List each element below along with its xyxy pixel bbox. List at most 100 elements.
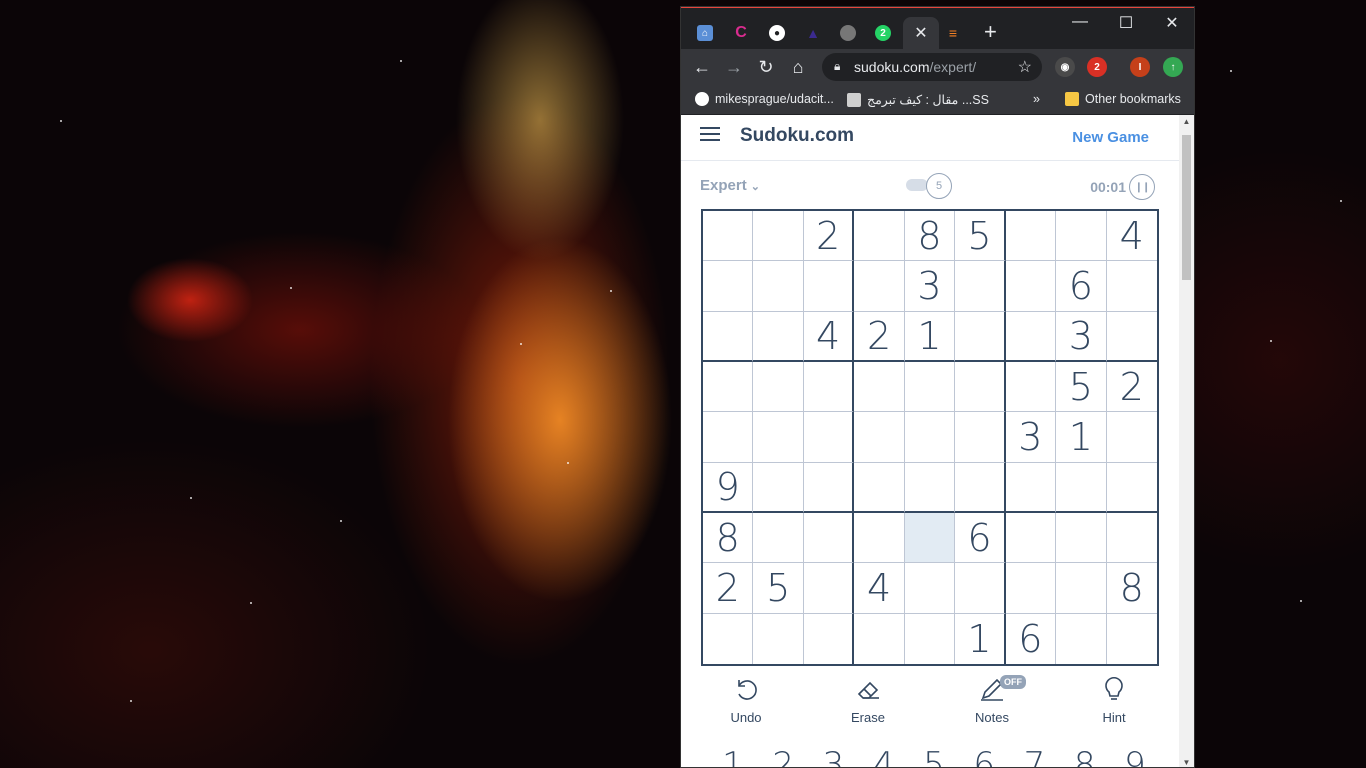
bookmark-star-icon[interactable]: ☆: [1018, 57, 1032, 77]
sudoku-cell[interactable]: [703, 412, 754, 463]
sudoku-cell[interactable]: 8: [1106, 563, 1157, 614]
home-icon[interactable]: ⌂: [787, 56, 809, 78]
sudoku-cell[interactable]: [803, 462, 855, 513]
sudoku-cell[interactable]: [703, 361, 754, 413]
number-button[interactable]: 4: [866, 745, 902, 767]
difficulty-selector[interactable]: Expert ⌄: [700, 177, 760, 194]
tab-github[interactable]: ●: [761, 17, 793, 49]
sudoku-cell[interactable]: 2: [854, 311, 905, 362]
sudoku-cell[interactable]: [1106, 412, 1157, 463]
sudoku-cell[interactable]: [854, 462, 905, 513]
sudoku-cell[interactable]: [803, 512, 855, 564]
sudoku-cell[interactable]: [854, 361, 905, 413]
hint-button[interactable]: Hint: [1074, 671, 1154, 725]
sudoku-cell[interactable]: [1005, 261, 1057, 312]
address-bar[interactable]: 🔒︎ sudoku.com/expert/ ☆: [822, 53, 1042, 81]
sudoku-cell[interactable]: [955, 261, 1006, 312]
number-button[interactable]: 3: [816, 745, 852, 767]
notes-button[interactable]: Notes OFF: [952, 671, 1032, 725]
sudoku-cell[interactable]: 5: [753, 563, 804, 614]
sudoku-cell[interactable]: [803, 261, 855, 312]
sudoku-cell[interactable]: [1005, 311, 1057, 362]
sudoku-cell[interactable]: [904, 462, 956, 513]
sudoku-cell[interactable]: [1106, 261, 1157, 312]
sudoku-cell[interactable]: [854, 613, 905, 664]
sudoku-cell[interactable]: [1106, 311, 1157, 362]
sudoku-cell[interactable]: 5: [955, 211, 1006, 262]
sudoku-cell[interactable]: 9: [703, 462, 754, 513]
sudoku-cell[interactable]: [753, 311, 804, 362]
menu-icon[interactable]: [700, 127, 720, 143]
update-arrow-icon[interactable]: ↑: [1163, 57, 1183, 77]
new-game-button[interactable]: New Game: [1072, 129, 1149, 146]
sudoku-cell[interactable]: [753, 261, 804, 312]
sudoku-cell[interactable]: [854, 211, 905, 262]
sudoku-cell[interactable]: [904, 563, 956, 614]
mistakes-toggle[interactable]: [906, 179, 928, 191]
sudoku-cell[interactable]: 1: [904, 311, 956, 362]
address-url[interactable]: sudoku.com/expert/: [854, 59, 976, 75]
sudoku-cell[interactable]: [703, 311, 754, 362]
sudoku-cell[interactable]: [955, 361, 1006, 413]
site-logo[interactable]: Sudoku.com: [740, 125, 854, 147]
sudoku-cell[interactable]: [703, 211, 754, 262]
sudoku-cell[interactable]: [1005, 361, 1057, 413]
undo-button[interactable]: Undo: [706, 671, 786, 725]
sudoku-cell[interactable]: 2: [803, 211, 855, 262]
sudoku-cell[interactable]: [955, 311, 1006, 362]
notification-extension-icon[interactable]: 2: [1087, 57, 1107, 77]
sudoku-cell[interactable]: 8: [904, 211, 956, 262]
scroll-up-icon[interactable]: ▲: [1179, 117, 1194, 126]
sudoku-cell[interactable]: [753, 361, 804, 413]
sudoku-cell[interactable]: [753, 211, 804, 262]
close-window-button[interactable]: ✕: [1157, 13, 1187, 33]
page-scrollbar[interactable]: ▲ ▼: [1179, 115, 1194, 767]
profile-avatar-icon[interactable]: I: [1130, 57, 1150, 77]
sudoku-cell[interactable]: [955, 563, 1006, 614]
number-button[interactable]: 9: [1117, 745, 1153, 767]
bookmarks-overflow-button[interactable]: »: [1033, 92, 1040, 106]
sudoku-cell[interactable]: [703, 261, 754, 312]
sudoku-cell[interactable]: [854, 412, 905, 463]
sudoku-cell[interactable]: 4: [803, 311, 855, 362]
sudoku-cell[interactable]: 6: [1005, 613, 1057, 664]
sudoku-cell[interactable]: [1005, 462, 1057, 513]
sudoku-cell[interactable]: 6: [955, 512, 1006, 564]
tab-globe[interactable]: [832, 17, 864, 49]
sudoku-cell[interactable]: 8: [703, 512, 754, 564]
new-tab-button[interactable]: +: [984, 21, 997, 43]
number-button[interactable]: 1: [715, 745, 751, 767]
number-button[interactable]: 2: [765, 745, 801, 767]
sudoku-cell[interactable]: 1: [955, 613, 1006, 664]
sudoku-cell[interactable]: [803, 563, 855, 614]
sudoku-cell[interactable]: 3: [904, 261, 956, 312]
sudoku-cell[interactable]: [904, 613, 956, 664]
sudoku-cell[interactable]: [955, 412, 1006, 463]
sudoku-cell[interactable]: [703, 613, 754, 664]
sudoku-cell[interactable]: [803, 613, 855, 664]
sudoku-cell[interactable]: [1056, 613, 1107, 664]
sudoku-cell[interactable]: [1056, 512, 1107, 564]
sudoku-cell[interactable]: [803, 361, 855, 413]
tab-c-logo[interactable]: C: [725, 17, 757, 49]
tab-sudoku-active[interactable]: ✕: [903, 17, 939, 49]
sudoku-cell[interactable]: [1005, 512, 1057, 564]
sudoku-cell[interactable]: [803, 412, 855, 463]
sudoku-cell[interactable]: [753, 462, 804, 513]
sudoku-cell[interactable]: [1106, 462, 1157, 513]
sudoku-cell[interactable]: 1: [1056, 412, 1107, 463]
sudoku-cell[interactable]: 4: [854, 563, 905, 614]
sudoku-cell[interactable]: [955, 462, 1006, 513]
sudoku-cell[interactable]: 6: [1056, 261, 1107, 312]
scrollbar-thumb[interactable]: [1182, 135, 1191, 280]
owl-extension-icon[interactable]: ◉: [1055, 57, 1075, 77]
scroll-down-icon[interactable]: ▼: [1179, 758, 1194, 767]
number-button[interactable]: 7: [1017, 745, 1053, 767]
sudoku-cell[interactable]: [904, 361, 956, 413]
pause-icon[interactable]: ❙❙: [1129, 174, 1155, 200]
other-bookmarks[interactable]: Other bookmarks: [1065, 92, 1181, 106]
maximize-button[interactable]: ☐: [1111, 13, 1141, 33]
number-button[interactable]: 8: [1067, 745, 1103, 767]
sudoku-cell[interactable]: [1005, 211, 1057, 262]
back-icon[interactable]: ←: [691, 56, 713, 78]
